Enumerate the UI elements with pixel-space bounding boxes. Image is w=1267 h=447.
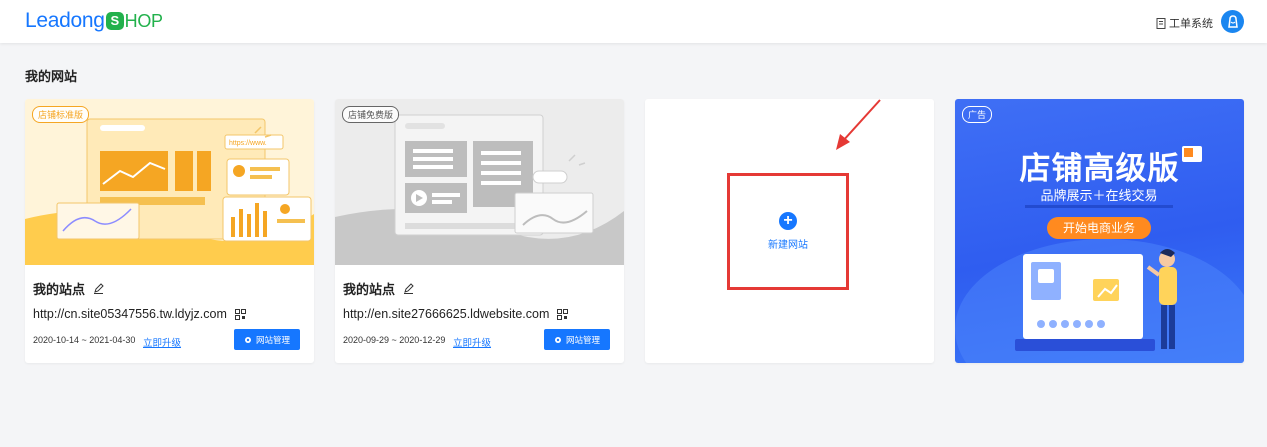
site-card: 店铺免费版 我的站点 http://en.site27666625.ldwebs… xyxy=(335,99,624,363)
top-bar: Leadong S HOP 工单系统 xyxy=(0,0,1267,43)
upgrade-link[interactable]: 立即升级 xyxy=(143,335,181,349)
avatar[interactable] xyxy=(1221,10,1244,33)
subscription-dates: 2020-09-29 ~ 2020-12-29 xyxy=(343,335,446,345)
edition-tag: 店铺标准版 xyxy=(32,106,90,123)
subscription-dates: 2020-10-14 ~ 2021-04-30 xyxy=(33,335,136,345)
edit-icon[interactable] xyxy=(403,283,414,294)
ticket-icon xyxy=(1156,17,1166,29)
gear-icon xyxy=(554,336,561,343)
site-manage-button[interactable]: 网站管理 xyxy=(544,329,610,350)
site-manage-button[interactable]: 网站管理 xyxy=(234,329,300,350)
upgrade-link[interactable]: 立即升级 xyxy=(453,335,491,349)
site-name-text: 我的站点 xyxy=(33,282,86,297)
art-url-text: https://www. xyxy=(229,140,267,147)
arrow-annotation xyxy=(836,99,881,150)
site-manage-label: 网站管理 xyxy=(565,334,600,345)
site-manage-label: 网站管理 xyxy=(255,334,290,345)
plus-icon: + xyxy=(779,212,797,230)
logo-suffix: HOP xyxy=(124,10,163,31)
edition-tag: 店铺免费版 xyxy=(342,106,400,123)
site-url[interactable]: http://en.site27666625.ldwebsite.com xyxy=(343,307,549,321)
qrcode-icon[interactable] xyxy=(234,308,246,320)
gear-icon xyxy=(244,336,251,343)
page-title: 我的网站 xyxy=(25,69,78,84)
qrcode-icon[interactable] xyxy=(557,308,569,320)
site-name: 我的站点 xyxy=(33,279,104,298)
edit-icon[interactable] xyxy=(93,283,104,294)
ticket-system-link[interactable]: 工单系统 xyxy=(1156,15,1213,31)
logo-s: S xyxy=(105,12,124,30)
logo-text: Leadong xyxy=(25,9,105,32)
site-url-row: http://en.site27666625.ldwebsite.com xyxy=(343,307,569,321)
avatar-icon xyxy=(1227,15,1238,28)
site-url-row: http://cn.site05347556.tw.ldyjz.com xyxy=(33,307,246,321)
new-site-button[interactable]: + 新建网站 xyxy=(727,173,849,290)
ad-tag: 广告 xyxy=(962,106,993,123)
site-url[interactable]: http://cn.site05347556.tw.ldyjz.com xyxy=(33,307,227,321)
logo[interactable]: Leadong S HOP xyxy=(25,9,163,33)
site-illustration: https://www. xyxy=(25,99,314,265)
site-name: 我的站点 xyxy=(343,279,414,298)
new-site-label: 新建网站 xyxy=(768,240,808,251)
site-name-text: 我的站点 xyxy=(343,282,396,297)
start-ecommerce-button[interactable]: 开始电商业务 xyxy=(1047,217,1151,239)
ticket-system-label: 工单系统 xyxy=(1169,18,1213,30)
ad-subtitle: 品牌展示＋在线交易 xyxy=(1025,185,1173,208)
site-illustration xyxy=(335,99,624,265)
ad-title: 店铺高级版 xyxy=(1019,151,1180,186)
ad-banner[interactable]: 广告 店铺高级版 品牌展示＋在线交易 开始电商业务 xyxy=(955,99,1244,363)
site-card: https://www. 店铺标准版 我的站点 http://cn.site05… xyxy=(25,99,314,363)
